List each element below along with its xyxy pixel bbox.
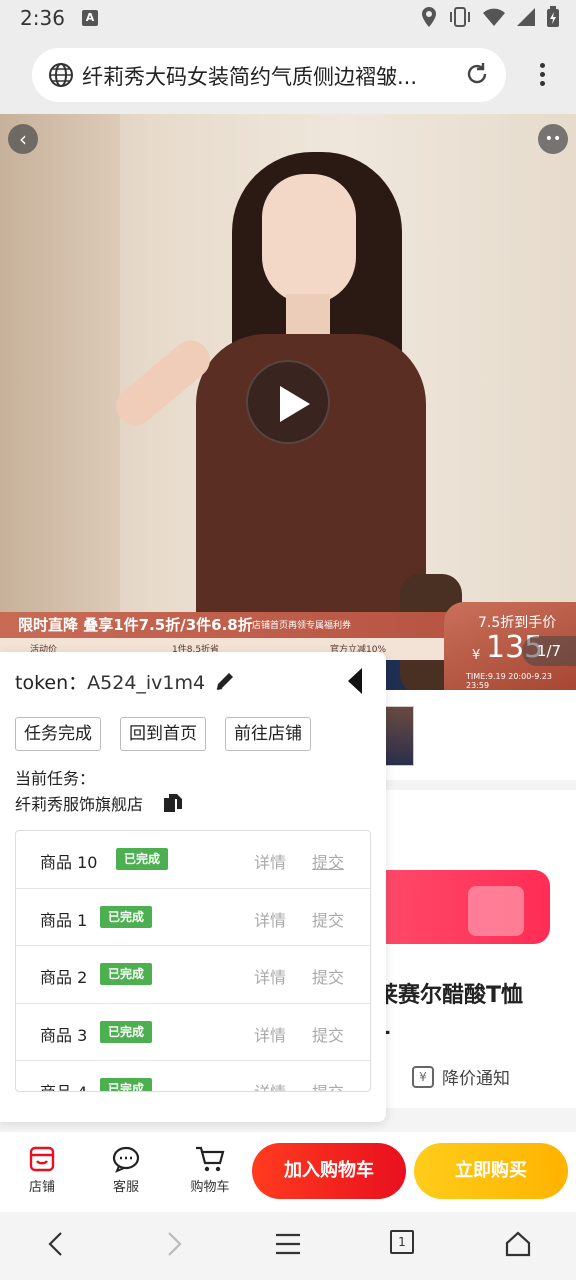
submit-link[interactable]: 提交 — [312, 849, 344, 873]
task-row: 商品 10 已完成 详情 提交 — [16, 831, 370, 889]
task-name: 商品 1 — [40, 910, 88, 930]
status-time: 2:36 — [20, 6, 65, 30]
collapse-panel-icon[interactable] — [348, 668, 362, 694]
globe-icon — [49, 63, 73, 87]
status-badge: 已完成 — [100, 963, 153, 985]
more-icon[interactable]: •• — [538, 124, 568, 154]
shop-icon — [29, 1146, 55, 1172]
gift-icon — [468, 886, 524, 936]
nav-forward-icon[interactable] — [162, 1230, 186, 1258]
task-complete-button[interactable]: 任务完成 — [15, 717, 101, 751]
tab-shop[interactable]: 店铺 — [12, 1142, 72, 1195]
signal-icon — [517, 8, 535, 26]
price-time: TIME:9.19 20:00-9.23 23:59 — [466, 672, 553, 690]
detail-link[interactable]: 详情 — [254, 1022, 286, 1046]
image-face — [262, 174, 356, 304]
token-value: A524_iv1m4 — [87, 672, 206, 694]
screen: 2:36 A 纤莉秀大码女装简约气质侧边褶皱... ‹ •• 限时直降 叠享1件… — [0, 0, 576, 1280]
nav-back-icon[interactable] — [44, 1230, 68, 1258]
buy-now-button[interactable]: 立即购买 — [414, 1143, 568, 1199]
nav-tabs-icon[interactable]: 1 — [390, 1230, 414, 1254]
notification-a-icon: A — [82, 10, 98, 26]
current-task: 当前任务： 纤莉秀服饰旗舰店 — [15, 766, 143, 818]
go-shop-button[interactable]: 前往店铺 — [225, 717, 311, 751]
current-task-value: 纤莉秀服饰旗舰店 — [15, 795, 144, 814]
task-row: 商品 4 已完成 详情 提交 — [16, 1061, 370, 1091]
play-video-button[interactable] — [246, 360, 330, 444]
promo-band: 限时直降 叠享1件7.5折/3件6.8折 店铺首页再领专属福利券 — [0, 612, 460, 638]
token-label: token： — [15, 672, 88, 694]
product-title-line: L — [376, 1012, 523, 1044]
price-currency: ¥ — [472, 648, 481, 663]
task-row: 商品 2 已完成 详情 提交 — [16, 946, 370, 1004]
thumbnail-image[interactable] — [384, 706, 414, 766]
price-caption: 7.5折到手价 — [478, 615, 557, 631]
menu-icon[interactable] — [540, 63, 546, 90]
task-name: 商品 10 — [40, 853, 98, 872]
submit-link[interactable]: 提交 — [312, 907, 344, 931]
task-panel: token：A524_iv1m4 任务完成 回到首页 前往店铺 当前任务： 纤莉… — [0, 652, 386, 1122]
task-row: 商品 3 已完成 详情 提交 — [16, 1004, 370, 1061]
promo-note: 店铺首页再领专属福利券 — [252, 621, 352, 631]
status-badge: 已完成 — [116, 848, 169, 870]
product-title-fragment: 莱赛尔醋酸T恤 L — [376, 980, 523, 1044]
edit-icon[interactable] — [214, 670, 236, 692]
copy-icon[interactable] — [163, 793, 183, 813]
cart-icon — [196, 1146, 225, 1172]
price-notify-icon: ¥ — [412, 1065, 434, 1088]
task-row: 商品 1 已完成 详情 提交 — [16, 889, 370, 946]
tab-cart[interactable]: 购物车 — [180, 1142, 240, 1195]
status-badge: 已完成 — [100, 905, 153, 928]
address-bar[interactable]: 纤莉秀大码女装简约气质侧边褶皱... — [32, 48, 506, 102]
promo-title: 限时直降 叠享1件7.5折/3件6.8折 — [18, 616, 253, 634]
add-to-cart-button[interactable]: 加入购物车 — [252, 1143, 406, 1199]
submit-link[interactable]: 提交 — [312, 1022, 344, 1046]
tab-service[interactable]: 客服 — [96, 1142, 156, 1195]
task-name: 商品 4 — [40, 1079, 87, 1091]
tab-service-label: 客服 — [112, 1180, 139, 1195]
tab-shop-label: 店铺 — [28, 1180, 55, 1195]
product-title-line: 莱赛尔醋酸T恤 — [376, 983, 524, 1008]
system-nav-bar: 1 — [0, 1212, 576, 1280]
task-name: 商品 3 — [40, 1025, 88, 1045]
wifi-icon — [483, 8, 505, 26]
detail-link[interactable]: 详情 — [254, 907, 286, 931]
detail-link[interactable]: 详情 — [254, 964, 286, 988]
nav-menu-icon[interactable] — [274, 1230, 302, 1258]
submit-link[interactable]: 提交 — [312, 1079, 344, 1091]
url-text[interactable]: 纤莉秀大码女装简约气质侧边褶皱... — [82, 61, 446, 91]
bottom-action-bar: 店铺 客服 购物车 加入购物车 立即购买 — [0, 1132, 576, 1212]
nav-home-icon[interactable] — [504, 1230, 532, 1258]
status-bar: 2:36 A — [0, 0, 576, 36]
tab-cart-label: 购物车 — [190, 1180, 230, 1195]
product-image-carousel[interactable]: ‹ •• 限时直降 叠享1件7.5折/3件6.8折 店铺首页再领专属福利券 活动… — [0, 114, 576, 690]
location-icon — [422, 7, 436, 27]
status-badge: 已完成 — [100, 1078, 153, 1091]
token-row: token：A524_iv1m4 — [15, 668, 205, 695]
price-notify-button[interactable]: ¥ 降价通知 — [412, 1064, 510, 1089]
chat-icon — [112, 1146, 140, 1173]
status-icons — [420, 6, 560, 28]
submit-link[interactable]: 提交 — [312, 964, 344, 988]
reload-icon[interactable] — [464, 61, 490, 87]
back-icon[interactable]: ‹ — [8, 124, 38, 154]
image-wall — [0, 114, 120, 690]
browser-toolbar: 纤莉秀大码女装简约气质侧边褶皱... — [0, 36, 576, 114]
current-task-label: 当前任务： — [15, 769, 96, 788]
vibrate-icon — [450, 7, 470, 27]
battery-icon — [547, 6, 559, 27]
status-badge: 已完成 — [100, 1020, 153, 1043]
detail-link[interactable]: 详情 — [254, 849, 286, 873]
price-notify-label: 降价通知 — [442, 1069, 510, 1089]
task-name: 商品 2 — [40, 968, 88, 987]
task-list: 商品 10 已完成 详情 提交 商品 1 已完成 详情 提交 商品 2 已完成 … — [15, 830, 371, 1092]
detail-link[interactable]: 详情 — [254, 1079, 286, 1091]
go-home-button[interactable]: 回到首页 — [120, 717, 206, 751]
image-pager: 1/7 — [522, 636, 576, 666]
